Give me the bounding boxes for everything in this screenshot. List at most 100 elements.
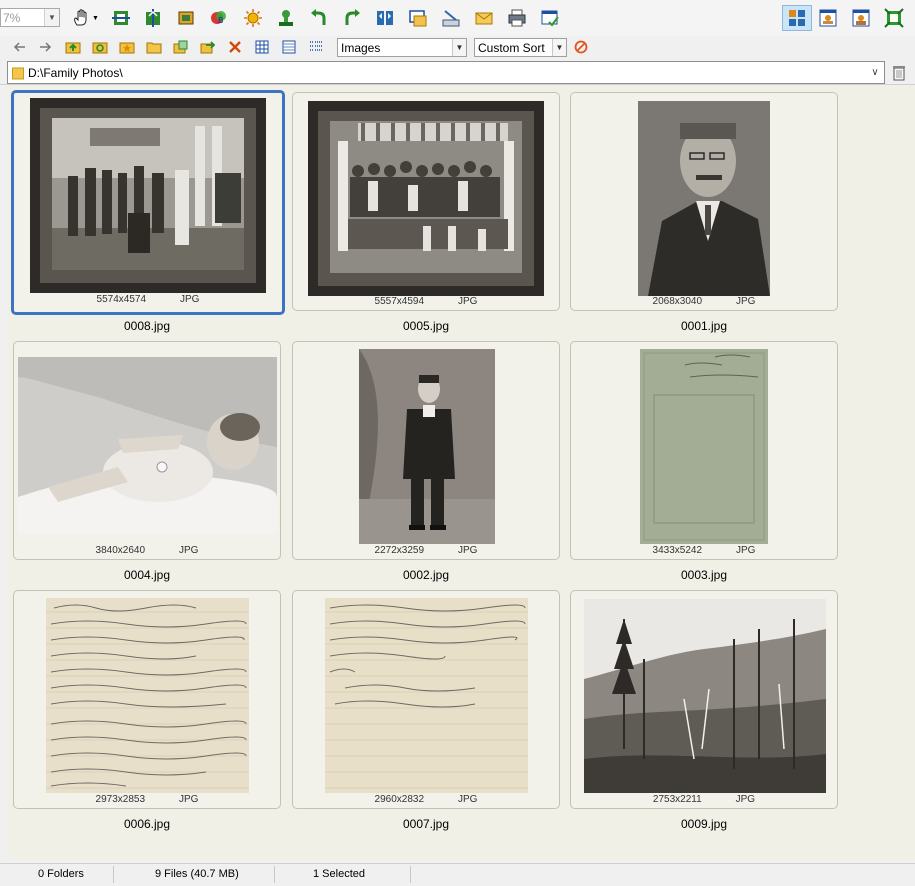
thumbnail-info: 2068x3040 JPG: [571, 296, 837, 307]
pan-hand-icon[interactable]: ▼: [68, 7, 102, 29]
email-icon[interactable]: [473, 7, 495, 29]
brightness-sun-icon[interactable]: [242, 7, 264, 29]
file-name: 0004.jpg: [123, 568, 171, 582]
rotate-left-icon[interactable]: [308, 7, 330, 29]
photo-image: [18, 357, 277, 534]
photo-image: [584, 599, 826, 793]
favorite-folder-icon[interactable]: [118, 38, 136, 56]
thumbnail-card[interactable]: 3840x2640 JPG: [13, 341, 281, 560]
photo-image: [325, 598, 528, 793]
chevron-down-icon[interactable]: ∨: [866, 67, 884, 78]
flip-icon[interactable]: [374, 7, 396, 29]
thumbnail-card[interactable]: 5557x4594 JPG: [292, 92, 560, 311]
status-bar: 0 Folders 9 Files (40.7 MB) 1 Selected: [0, 863, 915, 886]
address-bar[interactable]: D:\Family Photos\ ∨: [7, 61, 885, 84]
view-thumbnails-small-icon[interactable]: [253, 38, 271, 56]
crop-icon[interactable]: [175, 7, 197, 29]
chevron-down-icon[interactable]: ▼: [44, 9, 59, 26]
fit-height-icon[interactable]: [142, 7, 164, 29]
filmstrip-view-icon[interactable]: [817, 7, 839, 29]
sort-value: Custom Sort: [478, 40, 545, 55]
divider: [274, 866, 275, 883]
folder-icon: [12, 67, 24, 79]
forward-arrow-icon[interactable]: [37, 38, 55, 56]
image-dimensions: 5574x4574: [96, 294, 147, 305]
divider: [0, 84, 915, 85]
photo-image: [46, 598, 249, 793]
navigation-toolbar: Images ▼ Custom Sort ▼: [0, 36, 915, 60]
photo-image: [30, 98, 266, 293]
svg-text:B: B: [218, 16, 224, 25]
thumbnail-card[interactable]: 2272x3259 JPG: [292, 341, 560, 560]
scanner-icon[interactable]: [440, 7, 462, 29]
thumbnails-view-icon[interactable]: [782, 5, 812, 31]
thumbnail-grid: 5574x4574 JPG 0008.jpg 5557x4594 JPG 000…: [7, 86, 915, 860]
file-name: 0002.jpg: [402, 568, 450, 582]
thumbnail-card[interactable]: 5574x4574 JPG: [11, 90, 285, 315]
view-list-icon[interactable]: [307, 38, 325, 56]
color-balance-icon[interactable]: B: [208, 7, 230, 29]
image-dimensions: 3840x2640: [95, 545, 146, 556]
address-path: D:\Family Photos\: [28, 65, 123, 80]
chevron-down-icon[interactable]: ▼: [452, 39, 466, 56]
image-type: JPG: [458, 794, 478, 805]
photo-image: [640, 349, 768, 544]
image-dimensions: 5557x4594: [374, 296, 425, 307]
zoom-combo[interactable]: 7% ▼: [0, 8, 60, 27]
parent-folder-icon[interactable]: [64, 38, 82, 56]
sort-select[interactable]: Custom Sort ▼: [474, 38, 567, 57]
stamp-icon[interactable]: [275, 7, 297, 29]
photo-image: [308, 101, 544, 296]
image-dimensions: 2973x2853: [95, 794, 146, 805]
move-to-folder-icon[interactable]: [199, 38, 217, 56]
refresh-folder-icon[interactable]: [91, 38, 109, 56]
thumbnail-info: 3433x5242 JPG: [571, 545, 837, 556]
print-icon[interactable]: [506, 7, 528, 29]
thumbnail-card[interactable]: 2068x3040 JPG: [570, 92, 838, 311]
image-type: JPG: [179, 794, 199, 805]
slideshow-icon[interactable]: [407, 7, 429, 29]
thumbnail-info: 5557x4594 JPG: [293, 296, 559, 307]
divider: [410, 866, 411, 883]
main-toolbar: 7% ▼ ▼ B: [0, 0, 915, 37]
back-arrow-icon[interactable]: [10, 38, 28, 56]
photo-image: [638, 101, 770, 296]
file-name: 0008.jpg: [123, 319, 171, 333]
thumbnail-info: 3840x2640 JPG: [14, 545, 280, 556]
rotate-right-icon[interactable]: [341, 7, 363, 29]
image-type: JPG: [735, 794, 756, 805]
thumbnail-card[interactable]: 2973x2853 JPG: [13, 590, 281, 809]
thumbnail-info: 2272x3259 JPG: [293, 545, 559, 556]
trash-icon[interactable]: [890, 63, 908, 81]
delete-icon[interactable]: [226, 38, 244, 56]
chevron-down-icon[interactable]: ▼: [552, 39, 566, 56]
thumbnail-info: 2753x2211 JPG: [571, 794, 837, 805]
file-name: 0007.jpg: [402, 817, 450, 831]
image-type: JPG: [736, 296, 756, 307]
thumbnail-card[interactable]: 3433x5242 JPG: [570, 341, 838, 560]
thumbnail-card[interactable]: 2753x2211 JPG: [570, 590, 838, 809]
photo-image: [359, 349, 495, 544]
status-folders: 0 Folders: [38, 868, 84, 880]
file-name: 0009.jpg: [680, 817, 728, 831]
fit-width-icon[interactable]: [110, 7, 132, 29]
image-dimensions: 2068x3040: [652, 296, 703, 307]
image-type: JPG: [736, 545, 756, 556]
image-type: JPG: [179, 545, 199, 556]
properties-icon[interactable]: [539, 7, 561, 29]
file-name: 0003.jpg: [680, 568, 728, 582]
copy-to-folder-icon[interactable]: [172, 38, 190, 56]
preview-view-icon[interactable]: [850, 7, 872, 29]
clear-filter-icon[interactable]: [572, 38, 590, 56]
fullscreen-icon[interactable]: [883, 7, 905, 29]
image-type: JPG: [180, 294, 200, 305]
divider: [113, 866, 114, 883]
image-dimensions: 2272x3259: [374, 545, 425, 556]
file-name: 0006.jpg: [123, 817, 171, 831]
view-details-icon[interactable]: [280, 38, 298, 56]
thumbnail-info: 2960x2832 JPG: [293, 794, 559, 805]
filter-select[interactable]: Images ▼: [337, 38, 467, 57]
thumbnail-card[interactable]: 2960x2832 JPG: [292, 590, 560, 809]
new-folder-icon[interactable]: [145, 38, 163, 56]
image-type: JPG: [458, 545, 478, 556]
